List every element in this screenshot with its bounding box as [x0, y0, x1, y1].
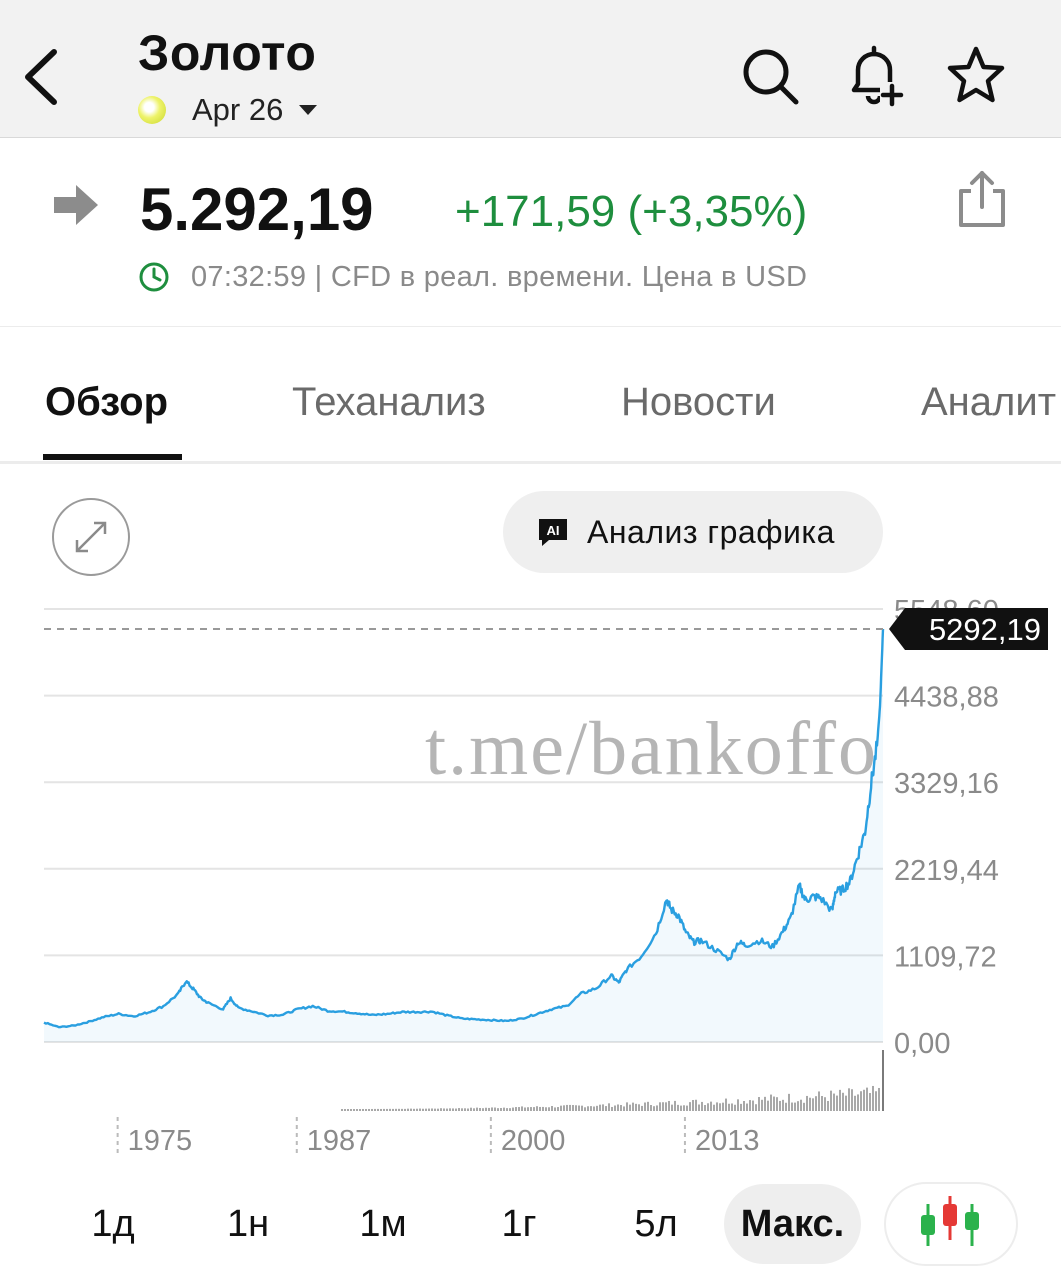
price-change: +171,59 (+3,35%) — [455, 187, 808, 236]
ai-button-label: Анализ графика — [587, 513, 835, 550]
bell-plus-icon[interactable] — [842, 44, 906, 108]
range-1y[interactable]: 1г — [476, 1184, 562, 1264]
y-tick-label: 2219,44 — [894, 855, 999, 887]
ai-chart-analysis-button[interactable]: AI Анализ графика — [503, 491, 883, 573]
star-icon[interactable] — [944, 44, 1008, 108]
chart-type-button[interactable] — [884, 1182, 1018, 1266]
contract-label: Apr 26 — [192, 92, 284, 127]
x-tick-label: 2013 — [695, 1125, 760, 1157]
clock-icon — [139, 262, 169, 292]
chevron-down-icon — [299, 105, 318, 115]
app-header: Золото Apr 26 — [0, 0, 1061, 138]
y-tick-label: 1109,72 — [894, 941, 997, 973]
x-tick-label: 2000 — [501, 1125, 566, 1157]
ai-icon: AI — [539, 519, 567, 546]
tab-bar: Обзор Теханализ Новости Аналит — [0, 328, 1061, 464]
x-tick-label: 1975 — [128, 1125, 193, 1157]
range-max[interactable]: Макс. — [724, 1184, 861, 1264]
search-icon[interactable] — [738, 44, 802, 108]
range-5y[interactable]: 5л — [613, 1184, 699, 1264]
y-tick-label: 4438,88 — [894, 682, 999, 714]
quote-panel: 5.292,19 +171,59 (+3,35%) 07:32:59 | CFD… — [0, 139, 1061, 327]
tab-news[interactable]: Новости — [621, 380, 776, 425]
trend-arrow-icon — [54, 185, 98, 225]
fullscreen-button[interactable] — [52, 498, 130, 576]
svg-text:AI: AI — [547, 523, 560, 538]
tab-analytics[interactable]: Аналит — [921, 380, 1056, 425]
price-chart[interactable]: 5548,604438,883329,162219,441109,720,001… — [0, 590, 1061, 1170]
x-tick-label: 1987 — [307, 1125, 372, 1157]
y-tick-label: 0,00 — [894, 1028, 950, 1060]
range-1d[interactable]: 1д — [70, 1184, 156, 1264]
range-selector: 1д 1н 1м 1г 5л Макс. — [0, 1180, 1061, 1270]
contract-selector[interactable]: Apr 26 — [138, 90, 318, 130]
active-tab-indicator — [43, 454, 182, 460]
tab-technical[interactable]: Теханализ — [292, 380, 486, 425]
share-icon[interactable] — [955, 169, 1009, 229]
quote-meta: 07:32:59 | CFD в реал. времени. Цена в U… — [191, 261, 808, 293]
tab-overview[interactable]: Обзор — [45, 380, 168, 425]
back-arrow-icon[interactable] — [18, 44, 68, 110]
candlestick-icon — [921, 1196, 979, 1246]
current-price-label: 5292,19 — [929, 612, 1041, 647]
expand-icon — [75, 521, 107, 553]
series-area — [44, 629, 883, 1042]
instrument-title: Золото — [138, 25, 317, 81]
last-price: 5.292,19 — [140, 176, 374, 243]
y-tick-label: 3329,16 — [894, 768, 999, 800]
gold-dot-icon — [138, 96, 166, 124]
watermark-text: t.me/bankoffo — [425, 707, 879, 791]
range-1m[interactable]: 1м — [340, 1184, 426, 1264]
range-1w[interactable]: 1н — [205, 1184, 291, 1264]
